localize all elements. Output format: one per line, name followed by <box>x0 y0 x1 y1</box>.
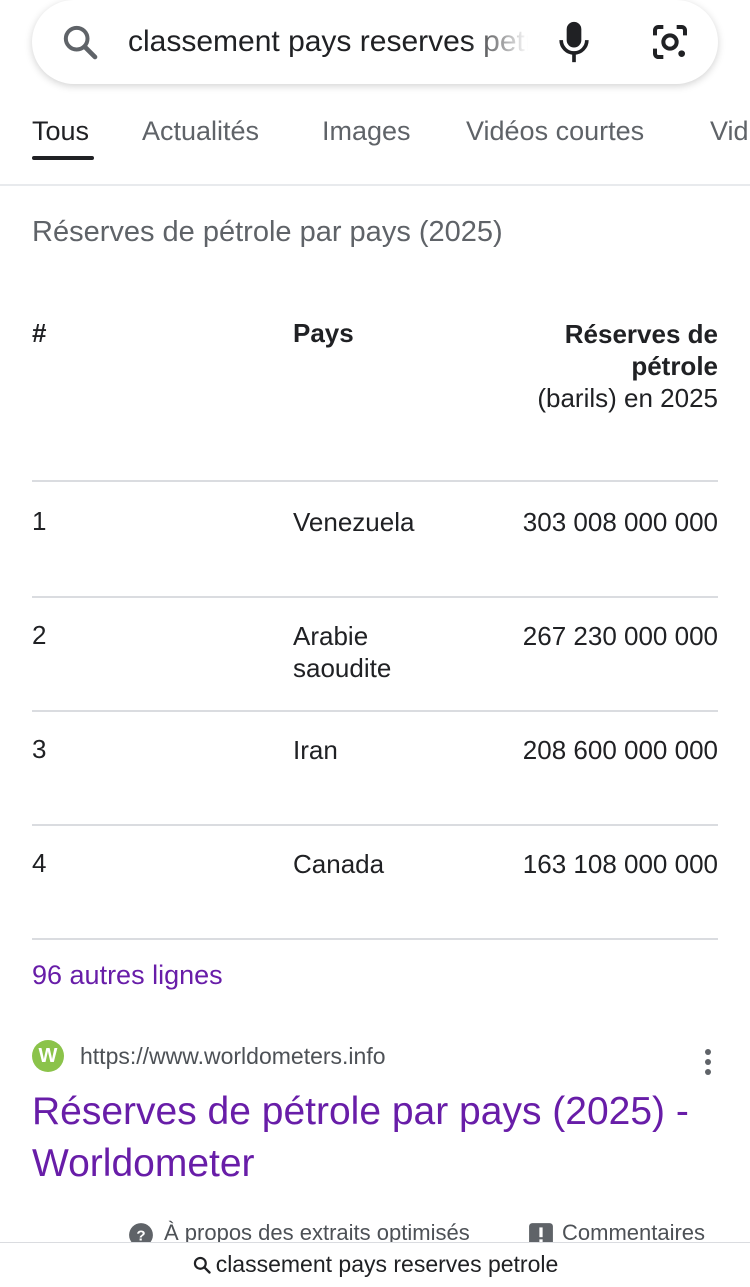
table-row: 1 Venezuela 303 008 000 000 <box>32 482 718 598</box>
header-reserves-unit: (barils) en 2025 <box>537 383 718 413</box>
more-options-icon[interactable] <box>704 1048 712 1076</box>
row-reserve: 208 600 000 000 <box>522 735 718 765</box>
row-rank: 3 <box>32 734 47 764</box>
table-row: 3 Iran 208 600 000 000 <box>32 710 718 826</box>
row-country: Iran <box>293 735 338 765</box>
row-country: Canada <box>293 849 385 879</box>
row-country: Arabie saoudite <box>293 621 392 683</box>
row-rank: 2 <box>32 620 47 650</box>
tab-images[interactable]: Images <box>322 116 411 147</box>
search-bar[interactable]: classement pays reserves petrole <box>32 0 718 84</box>
header-reserves-bold: Réserves de pétrole <box>564 319 718 381</box>
search-icon[interactable] <box>60 22 100 62</box>
bottom-query-text: classement pays reserves petrole <box>215 1251 559 1277</box>
row-rank: 1 <box>32 506 47 536</box>
header-country: Pays <box>293 318 354 348</box>
tab-videos[interactable]: Vid <box>710 116 749 147</box>
result-source[interactable]: W https://www.worldometers.info <box>32 1040 718 1080</box>
bottom-search-bar[interactable]: classement pays reserves petrole <box>0 1242 750 1287</box>
result-url[interactable]: https://www.worldometers.info <box>80 1043 386 1070</box>
search-tabs: Tous Actualités Images Vidéos courtes Vi… <box>0 100 750 186</box>
row-rank: 4 <box>32 848 47 878</box>
tab-news[interactable]: Actualités <box>142 116 259 147</box>
search-input[interactable]: classement pays reserves petrole <box>128 22 528 62</box>
worldometer-favicon-icon: W <box>32 1040 64 1072</box>
microphone-icon[interactable] <box>556 20 592 64</box>
result-title-link[interactable]: Réserves de pétrole par pays (2025) - Wo… <box>32 1086 722 1190</box>
active-tab-indicator <box>32 156 94 160</box>
tab-all[interactable]: Tous <box>32 116 89 147</box>
row-country: Venezuela <box>293 507 415 537</box>
more-rows-link[interactable]: 96 autres lignes <box>32 960 223 991</box>
table-row: 4 Canada 163 108 000 000 <box>32 824 718 940</box>
tab-short-videos[interactable]: Vidéos courtes <box>466 116 644 147</box>
header-rank: # <box>32 318 47 348</box>
table-row: 2 Arabie saoudite 267 230 000 000 <box>32 596 718 712</box>
row-reserve: 163 108 000 000 <box>522 849 718 879</box>
row-reserve: 267 230 000 000 <box>522 621 718 651</box>
bottom-query[interactable]: classement pays reserves petrole <box>0 1251 750 1278</box>
snippet-title: Réserves de pétrole par pays (2025) <box>32 216 503 248</box>
search-icon <box>193 1256 211 1274</box>
row-reserve: 303 008 000 000 <box>522 507 718 537</box>
camera-lens-icon[interactable] <box>650 22 690 62</box>
header-reserves: Réserves de pétrole (barils) en 2025 <box>498 318 718 414</box>
